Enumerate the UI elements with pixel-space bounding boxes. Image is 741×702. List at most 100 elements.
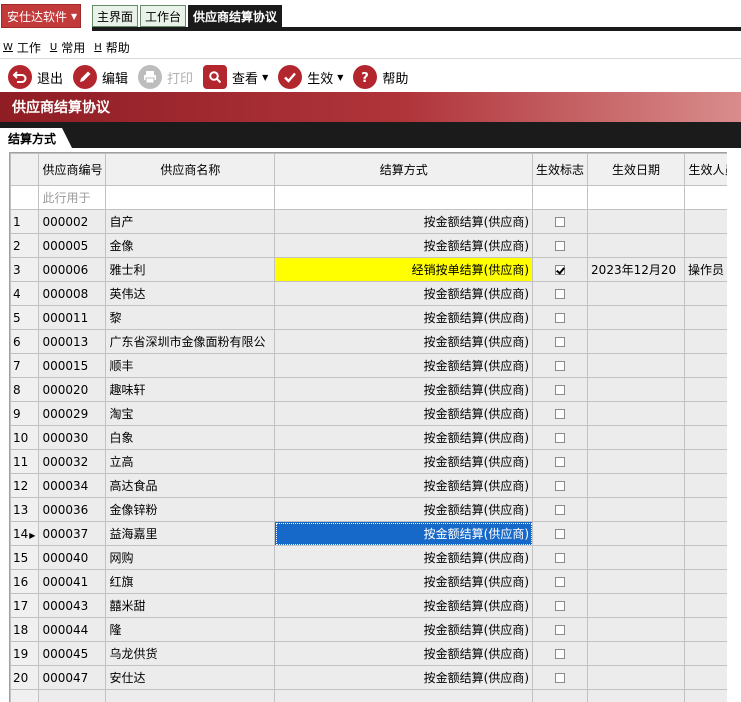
checkbox-unchecked[interactable] <box>555 409 566 419</box>
supplier-name-cell[interactable]: 高达食品 <box>105 473 276 498</box>
table-row[interactable]: 18 000044 隆按金额结算(供应商) <box>10 617 741 642</box>
supplier-name-cell[interactable]: 囍米甜 <box>105 593 276 618</box>
supplier-code-cell[interactable]: 000040 <box>38 545 107 570</box>
row-number[interactable]: 19 <box>10 641 40 666</box>
active-flag-cell[interactable] <box>532 617 589 642</box>
supplier-name-cell[interactable]: 广东省深圳市金像面粉有限公 <box>105 329 276 354</box>
supplier-name-cell[interactable]: 自产 <box>105 209 276 234</box>
active-flag-cell[interactable] <box>532 569 589 594</box>
supplier-code-cell[interactable]: 000013 <box>38 329 107 354</box>
active-date-cell[interactable] <box>587 473 685 498</box>
settlement-method-cell[interactable]: 按金额结算(供应商) <box>274 545 534 570</box>
table-row[interactable]: 19 000045 乌龙供货 按金额结算(供应商) <box>10 641 741 666</box>
active-date-cell[interactable] <box>587 377 685 402</box>
settlement-method-cell[interactable]: 按金额结算(供应商) <box>274 593 534 618</box>
checkbox-unchecked[interactable] <box>555 433 566 443</box>
supplier-code-cell[interactable]: 000047 <box>38 665 107 690</box>
view-button[interactable]: 查看 ▼ <box>203 63 268 91</box>
active-flag-cell[interactable] <box>532 593 589 618</box>
checkbox-unchecked[interactable] <box>555 313 566 323</box>
filter-name-input[interactable] <box>105 185 276 210</box>
table-row[interactable]: 12 000034 高达食品 按金额结算(供应商) <box>10 473 741 498</box>
active-date-cell[interactable] <box>587 545 685 570</box>
active-date-cell[interactable] <box>587 233 685 258</box>
table-row[interactable]: 6 000013 广东省深圳市金像面粉有限公 按金额结算(供应商) <box>10 329 741 354</box>
row-number[interactable]: 17 <box>10 593 40 618</box>
supplier-name-cell[interactable]: 英伟达 <box>105 281 276 306</box>
supplier-code-cell[interactable]: 000008 <box>38 281 107 306</box>
column-header-active-date[interactable]: 生效日期 <box>587 153 685 186</box>
row-number[interactable]: 4 <box>10 281 40 306</box>
menu-common[interactable]: U 常用 <box>50 39 85 56</box>
row-number[interactable]: 18 <box>10 617 40 642</box>
column-header-supplier-name[interactable]: 供应商名称 <box>105 153 276 186</box>
active-date-cell[interactable] <box>587 305 685 330</box>
settlement-method-cell[interactable]: 经销按单结算(供应商) <box>274 257 534 282</box>
checkbox-unchecked[interactable] <box>555 217 566 227</box>
supplier-name-cell[interactable]: 安仕达 <box>105 665 276 690</box>
active-date-cell[interactable] <box>587 521 685 546</box>
checkbox-unchecked[interactable] <box>555 673 566 683</box>
active-date-cell[interactable] <box>587 449 685 474</box>
active-date-cell[interactable] <box>587 425 685 450</box>
supplier-code-cell[interactable]: 000037 <box>38 521 107 546</box>
settlement-method-cell[interactable]: 按金额结算(供应商) <box>274 641 534 666</box>
tab-main[interactable]: 主界面 <box>92 5 139 27</box>
checkbox-unchecked[interactable] <box>555 553 566 563</box>
active-date-cell[interactable] <box>587 401 685 426</box>
row-number[interactable]: 7 <box>10 353 40 378</box>
settlement-method-cell[interactable]: 按金额结算(供应商) <box>274 281 534 306</box>
supplier-name-cell[interactable]: 网购 <box>105 545 276 570</box>
column-header-supplier-code[interactable]: 供应商编号 <box>38 153 107 186</box>
table-row[interactable]: 4 000008 英伟达 按金额结算(供应商) <box>10 281 741 306</box>
supplier-code-cell[interactable]: 000045 <box>38 641 107 666</box>
activate-button[interactable]: 生效 ▼ <box>278 63 343 91</box>
active-date-cell[interactable]: 2023年12月20 <box>587 257 685 282</box>
settlement-method-cell[interactable]: 按金额结算(供应商) <box>274 353 534 378</box>
active-date-cell[interactable] <box>587 641 685 666</box>
column-header-active-flag[interactable]: 生效标志 <box>532 153 589 186</box>
row-number[interactable]: 11 <box>10 449 40 474</box>
active-date-cell[interactable] <box>587 329 685 354</box>
table-row[interactable]: 8 000020 趣味轩 按金额结算(供应商) <box>10 377 741 402</box>
settlement-method-cell[interactable]: 按金额结算(供应商) <box>274 497 534 522</box>
checkbox-unchecked[interactable] <box>555 529 566 539</box>
active-flag-cell[interactable] <box>532 401 589 426</box>
active-flag-cell[interactable] <box>532 521 589 546</box>
active-flag-cell[interactable] <box>532 449 589 474</box>
tab-settlement-method[interactable]: 结算方式 <box>0 128 72 148</box>
supplier-code-cell[interactable]: 000006 <box>38 257 107 282</box>
row-number[interactable]: 10 <box>10 425 40 450</box>
active-date-cell[interactable] <box>587 209 685 234</box>
settlement-method-cell[interactable]: 按金额结算(供应商) <box>274 401 534 426</box>
settlement-method-cell[interactable]: 按金额结算(供应商) <box>274 665 534 690</box>
checkbox-unchecked[interactable] <box>555 337 566 347</box>
filter-method-input[interactable] <box>274 185 534 210</box>
settlement-method-cell[interactable]: 按金额结算(供应商) <box>274 209 534 234</box>
active-flag-cell[interactable] <box>532 257 589 282</box>
checkbox-unchecked[interactable] <box>555 505 566 515</box>
supplier-name-cell[interactable]: 益海嘉里 <box>105 521 276 546</box>
supplier-code-cell[interactable]: 000044 <box>38 617 107 642</box>
supplier-code-cell[interactable]: 000029 <box>38 401 107 426</box>
settlement-method-cell[interactable]: 按金额结算(供应商) <box>274 233 534 258</box>
active-flag-cell[interactable] <box>532 377 589 402</box>
active-date-cell[interactable] <box>587 569 685 594</box>
help-button[interactable]: ? 帮助 <box>353 63 408 91</box>
supplier-name-cell[interactable]: 趣味轩 <box>105 377 276 402</box>
checkbox-unchecked[interactable] <box>555 361 566 371</box>
row-number[interactable]: 1 <box>10 209 40 234</box>
supplier-name-cell[interactable]: 乌龙供货 <box>105 641 276 666</box>
supplier-code-cell[interactable]: 000034 <box>38 473 107 498</box>
row-number[interactable]: 2 <box>10 233 40 258</box>
checkbox-unchecked[interactable] <box>555 457 566 467</box>
supplier-code-cell[interactable]: 000036 <box>38 497 107 522</box>
settlement-method-cell[interactable]: 按金额结算(供应商) <box>274 377 534 402</box>
supplier-code-cell[interactable]: 000002 <box>38 209 107 234</box>
table-row[interactable]: 17 000043 囍米甜 按金额结算(供应商) <box>10 593 741 618</box>
table-row[interactable]: 13 000036 金像锌粉 按金额结算(供应商) <box>10 497 741 522</box>
checkbox-checked[interactable] <box>555 265 566 275</box>
table-row[interactable]: 9 000029 淘宝 按金额结算(供应商) <box>10 401 741 426</box>
supplier-code-cell[interactable]: 000015 <box>38 353 107 378</box>
checkbox-unchecked[interactable] <box>555 241 566 251</box>
